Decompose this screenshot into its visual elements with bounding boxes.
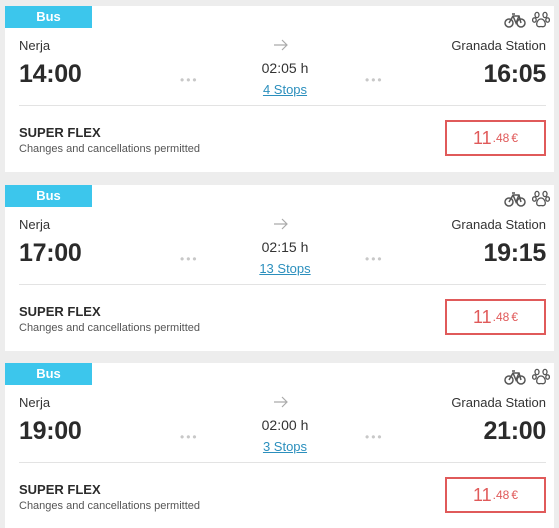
bicycle-icon	[504, 191, 526, 207]
divider	[19, 105, 546, 106]
mode-badge: Bus	[5, 6, 92, 28]
price-currency: €	[511, 310, 519, 324]
mode-badge: Bus	[5, 363, 92, 385]
route-dots-left: •••	[180, 73, 199, 87]
stops-link[interactable]: 4 Stops	[225, 82, 345, 97]
arrival-time: 16:05	[483, 60, 547, 88]
departure-time: 17:00	[19, 239, 82, 267]
trip-card[interactable]: Bus Nerja Granada Station 17:00 19:15 ••…	[5, 185, 554, 351]
arrow-right-icon	[273, 217, 289, 235]
price-decimal: .48	[492, 488, 510, 502]
fare-name: SUPER FLEX	[19, 482, 101, 497]
mode-badge: Bus	[5, 185, 92, 207]
bicycle-icon	[504, 12, 526, 28]
origin-city: Nerja	[19, 395, 51, 410]
price-button[interactable]: 11.48 €	[445, 477, 546, 513]
route-dots-right: •••	[365, 430, 384, 444]
paw-icon	[532, 11, 550, 29]
price-button[interactable]: 11.48 €	[445, 299, 546, 335]
amenities	[504, 367, 550, 387]
trip-duration: 02:05 h	[261, 60, 309, 76]
price-integer: 11	[472, 306, 492, 327]
destination-city: Granada Station	[451, 395, 546, 410]
trip-card[interactable]: Bus Nerja Granada Station 19:00 21:00 ••…	[5, 363, 554, 528]
amenities	[504, 189, 550, 209]
amenities	[504, 10, 550, 30]
price-currency: €	[511, 131, 519, 145]
fare-description: Changes and cancellations permitted	[19, 322, 201, 334]
arrival-time: 19:15	[483, 239, 547, 267]
arrow-right-icon	[273, 38, 289, 56]
trip-card[interactable]: Bus Nerja Granada Station 14:00 16:05 ••…	[5, 6, 554, 172]
destination-city: Granada Station	[451, 38, 546, 53]
fare-name: SUPER FLEX	[19, 304, 101, 319]
destination-city: Granada Station	[451, 217, 546, 232]
price-decimal: .48	[492, 310, 510, 324]
route-dots-left: •••	[180, 252, 199, 266]
price-button[interactable]: 11.48 €	[445, 120, 546, 156]
trip-duration: 02:15 h	[261, 239, 309, 255]
price-integer: 11	[472, 484, 492, 505]
stops-link[interactable]: 13 Stops	[225, 261, 345, 276]
fare-description: Changes and cancellations permitted	[19, 500, 201, 512]
arrow-right-icon	[273, 395, 289, 413]
origin-city: Nerja	[19, 38, 51, 53]
price-currency: €	[511, 488, 519, 502]
route-dots-right: •••	[365, 73, 384, 87]
stops-link[interactable]: 3 Stops	[225, 439, 345, 454]
divider	[19, 462, 546, 463]
paw-icon	[532, 190, 550, 208]
departure-time: 14:00	[19, 60, 82, 88]
trip-duration: 02:00 h	[261, 417, 309, 433]
fare-name: SUPER FLEX	[19, 125, 101, 140]
origin-city: Nerja	[19, 217, 51, 232]
arrival-time: 21:00	[483, 417, 547, 445]
divider	[19, 284, 546, 285]
departure-time: 19:00	[19, 417, 82, 445]
route-dots-left: •••	[180, 430, 199, 444]
price-integer: 11	[472, 127, 492, 148]
price-decimal: .48	[492, 131, 510, 145]
bicycle-icon	[504, 369, 526, 385]
paw-icon	[532, 368, 550, 386]
route-dots-right: •••	[365, 252, 384, 266]
fare-description: Changes and cancellations permitted	[19, 143, 201, 155]
